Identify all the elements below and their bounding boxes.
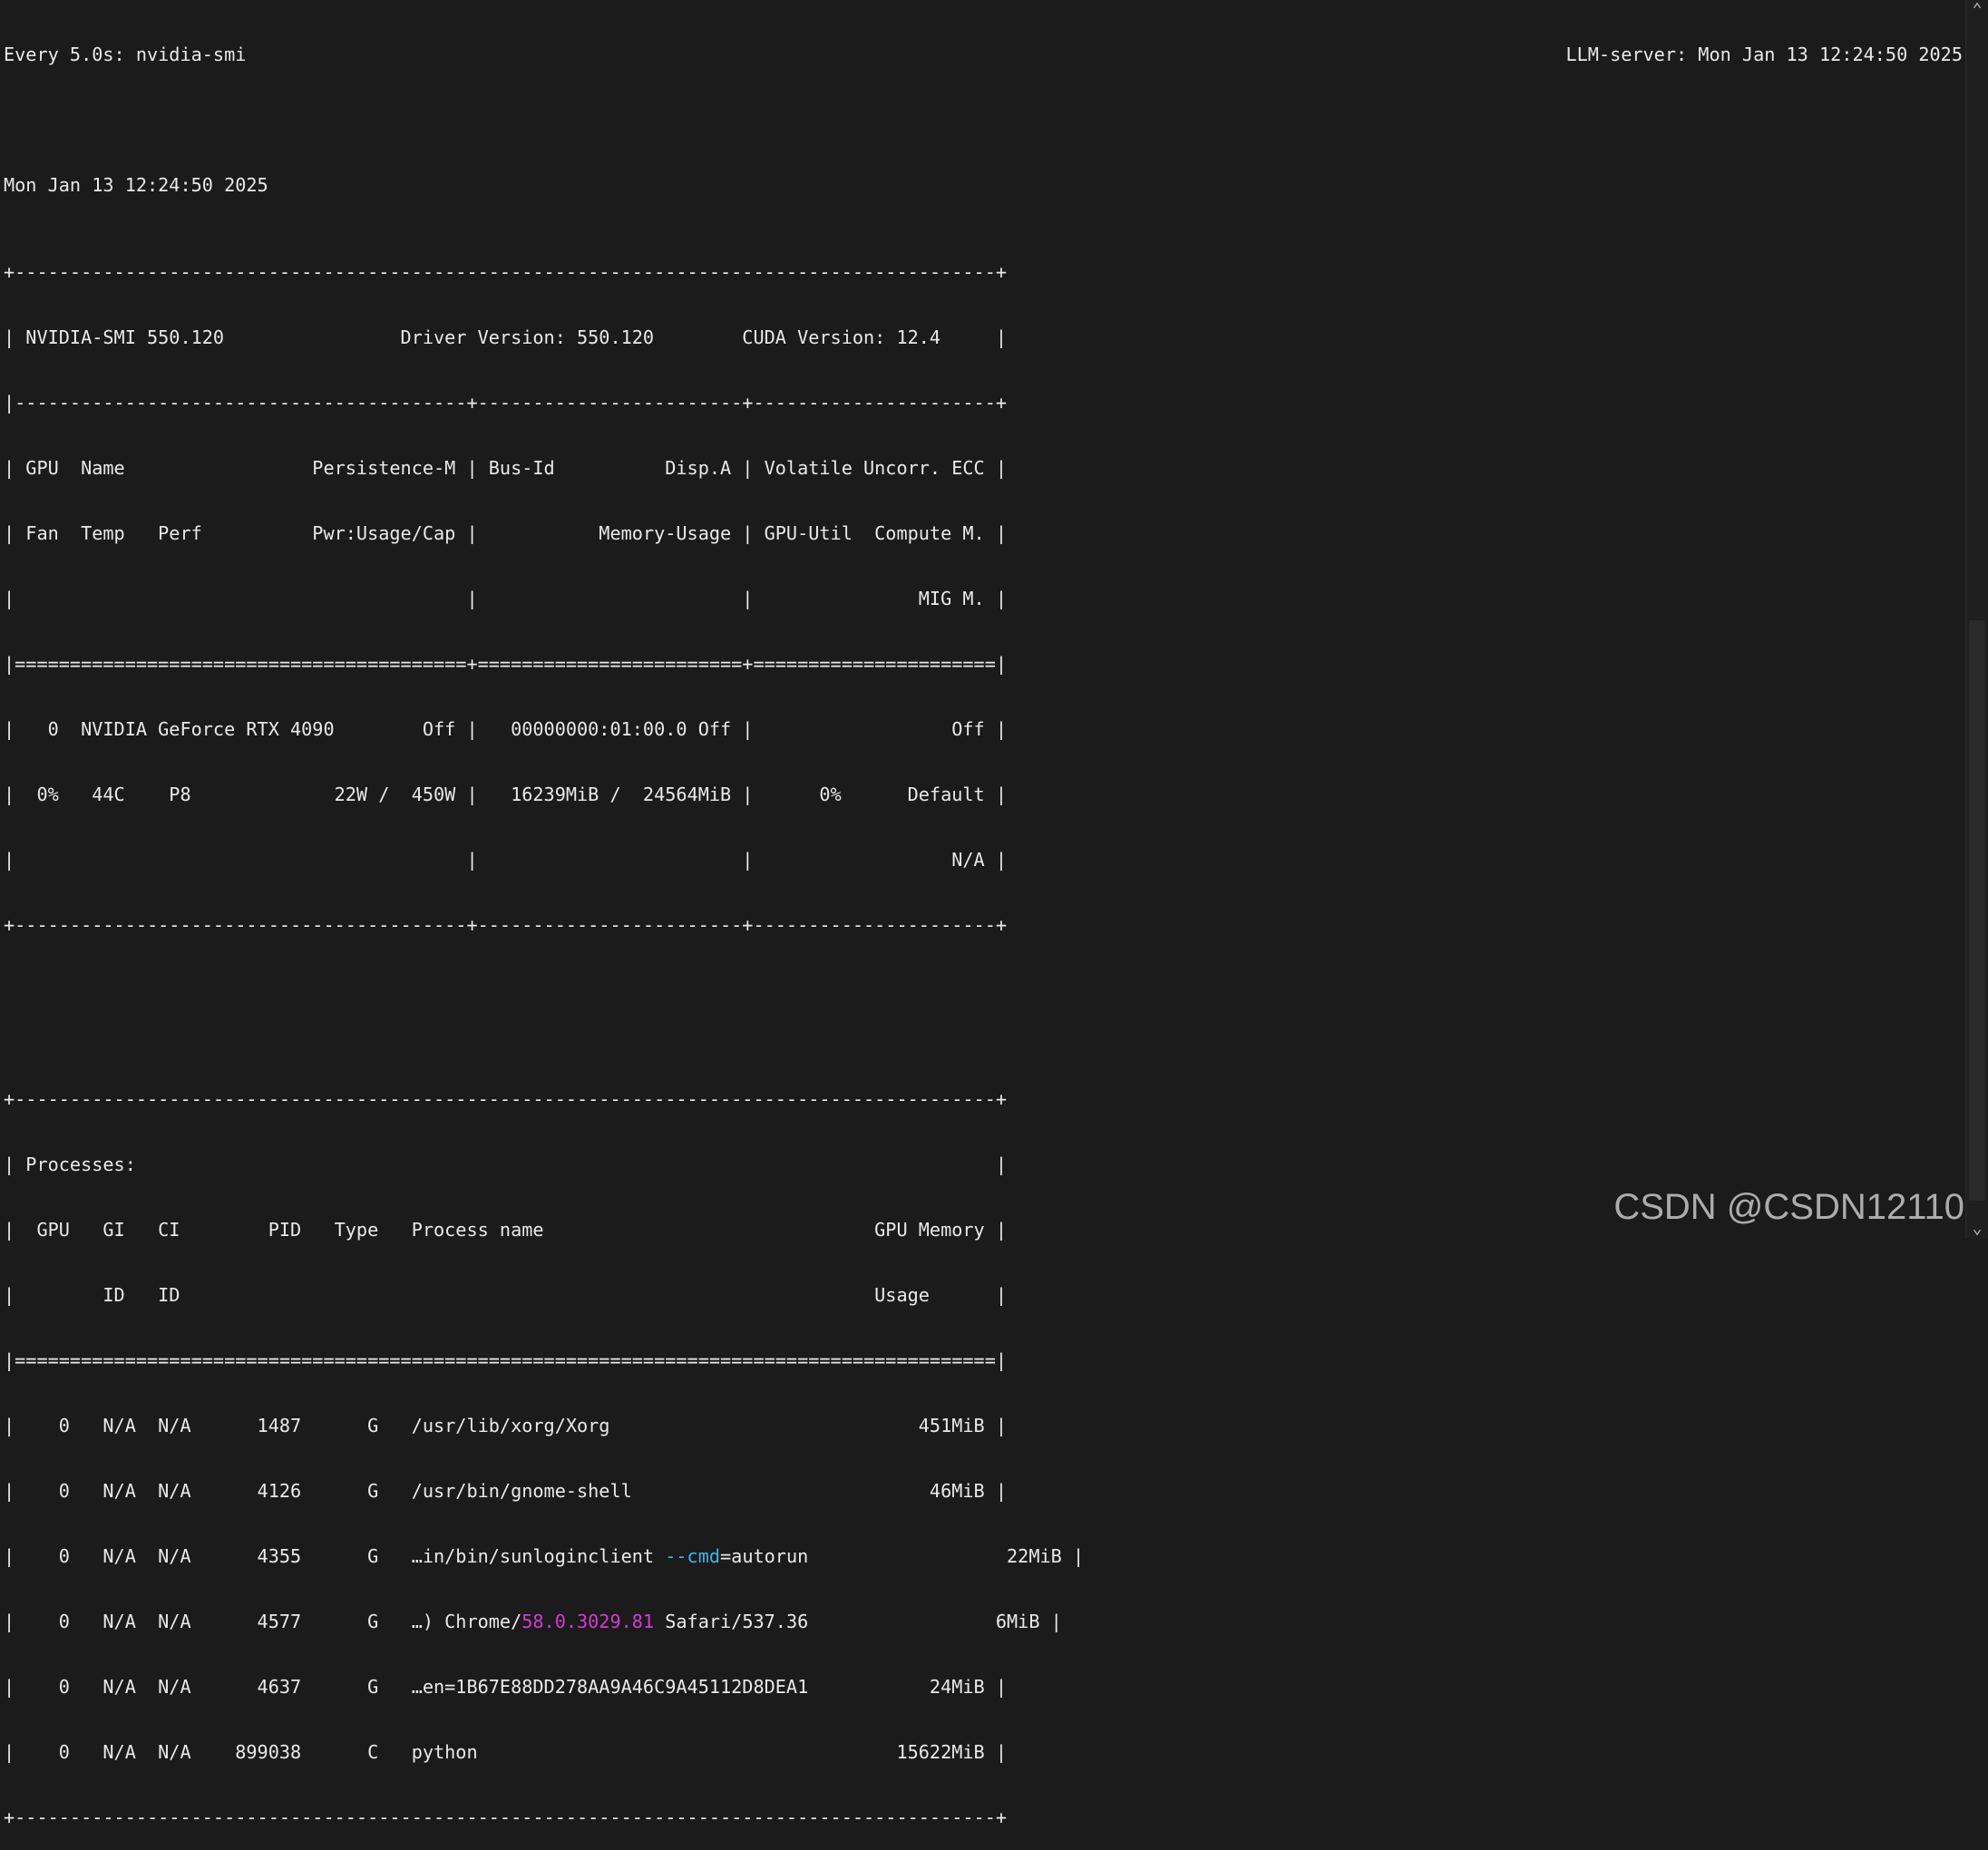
timestamp: Mon Jan 13 12:24:50 2025 [4, 174, 268, 196]
smi-col-head-3: | | | MIG M. | [4, 588, 1008, 609]
process-row-text: | 0 N/A N/A 4355 G …in/bin/sunloginclien… [4, 1545, 666, 1567]
proc-sep-eq: |=======================================… [4, 1349, 1008, 1371]
vertical-scrollbar[interactable]: ⌃ ⌄ [1965, 0, 1988, 1239]
process-row-text: =autorun 22MiB | [720, 1545, 1085, 1567]
gpu-row: | | | N/A | [4, 849, 1008, 871]
chevron-up-icon[interactable]: ⌃ [1966, 0, 1988, 20]
scroll-thumb[interactable] [1969, 620, 1985, 1201]
terminal-output[interactable]: Every 5.0s: nvidia-smi LLM-server: Mon Ja… [4, 0, 1963, 1828]
proc-sep-top: +---------------------------------------… [4, 1088, 1008, 1110]
cmd-flag: --cmd [665, 1545, 721, 1567]
smi-sep-eq: |=======================================… [4, 653, 1008, 675]
chevron-down-icon[interactable]: ⌄ [1966, 1219, 1988, 1239]
smi-sep-end: +---------------------------------------… [4, 914, 1008, 936]
process-row: | 0 N/A N/A 4126 G /usr/bin/gnome-shell … [4, 1480, 1008, 1502]
smi-sep-top: +---------------------------------------… [4, 261, 1008, 283]
proc-head-2: | ID ID Usage | [4, 1284, 1008, 1306]
process-row: | 0 N/A N/A 4637 G …en=1B67E88DD278AA9A4… [4, 1676, 1008, 1698]
smi-header: | NVIDIA-SMI 550.120 Driver Version: 550… [4, 326, 1008, 348]
watermark: CSDN @CSDN12110 [1613, 1187, 1964, 1227]
host-time: LLM-server: Mon Jan 13 12:24:50 2025 [1565, 44, 1963, 65]
process-row-text: Safari/537.36 6MiB | [654, 1611, 1062, 1632]
proc-title: | Processes: | [4, 1154, 1008, 1175]
gpu-row: | 0 NVIDIA GeForce RTX 4090 Off | 000000… [4, 718, 1008, 740]
process-row: | 0 N/A N/A 899038 C python 15622MiB | [4, 1741, 1008, 1763]
smi-sep-cols: |---------------------------------------… [4, 392, 1008, 414]
proc-sep-end: +---------------------------------------… [4, 1806, 1008, 1828]
watch-header-line: Every 5.0s: nvidia-smi LLM-server: Mon Ja… [4, 44, 1963, 65]
process-row: | 0 N/A N/A 4355 G …in/bin/sunloginclien… [4, 1545, 1963, 1567]
process-row: | 0 N/A N/A 1487 G /usr/lib/xorg/Xorg 45… [4, 1415, 1008, 1436]
smi-col-head-1: | GPU Name Persistence-M | Bus-Id Disp.A… [4, 457, 1008, 479]
watch-command: Every 5.0s: nvidia-smi [4, 44, 247, 65]
gpu-row: | 0% 44C P8 22W / 450W | 16239MiB / 2456… [4, 784, 1008, 805]
smi-col-head-2: | Fan Temp Perf Pwr:Usage/Cap | Memory-U… [4, 522, 1008, 544]
process-row-text: | 0 N/A N/A 4577 G …) Chrome/ [4, 1611, 522, 1632]
version-number: 58.0.3029.81 [521, 1611, 655, 1632]
process-row: | 0 N/A N/A 4577 G …) Chrome/58.0.3029.8… [4, 1611, 1963, 1632]
